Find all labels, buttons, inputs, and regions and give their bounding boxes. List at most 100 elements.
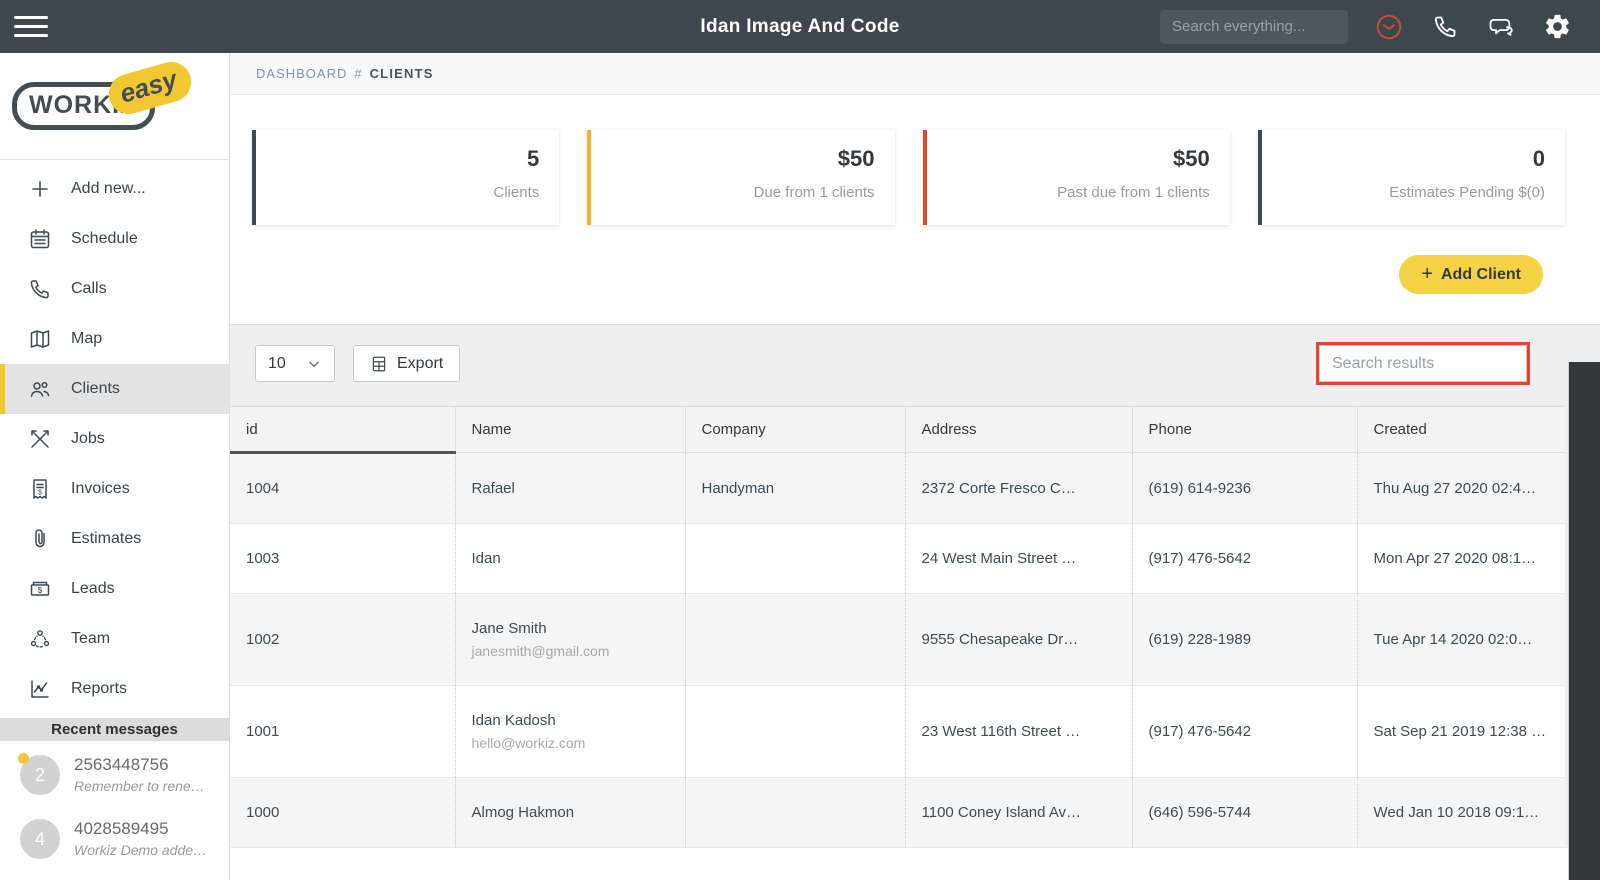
sidebar-item-calls[interactable]: Calls — [0, 264, 229, 314]
svg-text:$: $ — [38, 490, 42, 497]
stat-card-due: $50 Due from 1 clients — [587, 130, 895, 225]
breadcrumb: DASHBOARD # CLIENTS — [230, 53, 1600, 95]
cell-name: Jane Smith janesmith@gmail.com — [455, 593, 686, 686]
search-results-input[interactable] — [1319, 345, 1527, 382]
column-header-created[interactable]: Created — [1357, 406, 1565, 453]
table-section: 10 Export id Name Company Addre — [230, 324, 1600, 848]
cell-company — [685, 685, 906, 778]
message-title: 2563448756 — [74, 755, 169, 774]
message-title: 4028589495 — [74, 819, 169, 838]
workiz-logo[interactable]: WORKIZ easy — [0, 53, 229, 160]
sidebar-item-leads[interactable]: $ Leads — [0, 564, 229, 614]
sidebar-item-schedule[interactable]: Schedule — [0, 214, 229, 264]
tools-icon — [27, 427, 53, 451]
sidebar-item-label: Jobs — [71, 430, 105, 447]
cell-company — [685, 777, 906, 848]
cell-email: hello@workiz.com — [471, 735, 586, 751]
search-everything-input[interactable] — [1160, 9, 1348, 44]
cell-name: Almog Hakmon — [455, 777, 686, 848]
stat-value: $50 — [837, 146, 875, 171]
table-row[interactable]: 1001 Idan Kadosh hello@workiz.com 23 Wes… — [230, 685, 1565, 778]
main-content: DASHBOARD # CLIENTS 5 Clients $50 Due fr… — [230, 53, 1600, 880]
sidebar-item-invoices[interactable]: $ Invoices — [0, 464, 229, 514]
clients-icon — [27, 377, 53, 401]
cell-phone: (917) 476-5642 — [1132, 523, 1358, 594]
table-row[interactable]: 1002 Jane Smith janesmith@gmail.com 9555… — [230, 593, 1565, 686]
sidebar-item-jobs[interactable]: Jobs — [0, 414, 229, 464]
column-header-phone[interactable]: Phone — [1132, 406, 1358, 453]
avatar: 2 — [18, 753, 60, 795]
cell-created: Sat Sep 21 2019 12:38 … — [1373, 723, 1547, 740]
calendar-icon — [27, 227, 53, 251]
cell-id: 1000 — [230, 777, 456, 848]
stat-value: 0 — [1532, 146, 1545, 171]
clock-icon[interactable] — [1374, 12, 1404, 42]
sidebar: WORKIZ easy Add new... Schedule Calls Ma… — [0, 53, 230, 880]
cell-id: 1004 — [230, 452, 456, 524]
topbar: Idan Image And Code — [0, 0, 1600, 53]
table-row[interactable]: 1003 Idan 24 West Main Street … (917) 47… — [230, 523, 1565, 594]
cell-company — [685, 523, 906, 594]
cell-created: Mon Apr 27 2020 08:1… — [1373, 550, 1537, 567]
breadcrumb-separator: # — [354, 66, 363, 81]
table-row[interactable]: 1000 Almog Hakmon 1100 Coney Island Av… … — [230, 777, 1565, 848]
recent-messages-header: Recent messages — [0, 718, 229, 741]
export-button[interactable]: Export — [353, 345, 461, 382]
sidebar-item-estimates[interactable]: Estimates — [0, 514, 229, 564]
sidebar-item-label: Invoices — [71, 480, 130, 497]
column-header-name[interactable]: Name — [455, 406, 686, 453]
clients-table: id Name Company Address Phone Created 10… — [230, 406, 1565, 848]
hamburger-icon[interactable] — [0, 0, 60, 53]
message-preview: Workiz Demo adde… — [74, 842, 208, 858]
page-size-select[interactable]: 10 — [255, 345, 335, 382]
column-header-address[interactable]: Address — [905, 406, 1133, 453]
spreadsheet-icon — [372, 356, 386, 371]
column-header-company[interactable]: Company — [685, 406, 906, 453]
sidebar-item-label: Add new... — [71, 180, 146, 197]
table-row[interactable]: 1004 Rafael Handyman 2372 Corte Fresco C… — [230, 452, 1565, 524]
cell-email: janesmith@gmail.com — [471, 643, 610, 659]
scrollbar[interactable] — [1568, 362, 1600, 880]
cell-name: Idan Kadosh hello@workiz.com — [455, 685, 686, 778]
recent-message-item[interactable]: 4 4028589495 Workiz Demo adde… — [0, 805, 229, 869]
cell-name: Idan — [455, 523, 686, 594]
chevron-down-icon — [309, 361, 319, 367]
sidebar-item-team[interactable]: Team — [0, 614, 229, 664]
phone-icon[interactable] — [1430, 12, 1460, 42]
search-results-highlight — [1316, 342, 1530, 385]
sidebar-item-add-new[interactable]: Add new... — [0, 164, 229, 214]
cell-created: Wed Jan 10 2018 09:1… — [1373, 804, 1540, 821]
recent-message-item[interactable]: 2 2563448756 Remember to rene… — [0, 741, 229, 805]
cell-address: 9555 Chesapeake Dr… — [905, 593, 1133, 686]
sidebar-item-map[interactable]: Map — [0, 314, 229, 364]
add-client-button[interactable]: + Add Client — [1399, 255, 1543, 294]
stat-card-past-due: $50 Past due from 1 clients — [922, 130, 1230, 225]
stat-card-clients: 5 Clients — [252, 130, 560, 225]
map-icon — [27, 327, 53, 351]
cell-name: Rafael — [455, 452, 686, 524]
stat-card-estimates: 0 Estimates Pending $(0) — [1257, 130, 1565, 225]
team-icon — [27, 627, 53, 651]
breadcrumb-dashboard-link[interactable]: DASHBOARD — [256, 66, 347, 81]
sidebar-nav: Add new... Schedule Calls Map Clients Jo… — [0, 160, 229, 714]
money-icon: $ — [27, 577, 53, 601]
cell-address: 2372 Corte Fresco C… — [905, 452, 1133, 524]
svg-text:$: $ — [38, 586, 43, 595]
cell-address: 23 West 116th Street … — [905, 685, 1133, 778]
paperclip-icon — [27, 527, 53, 551]
stat-label: Clients — [493, 184, 540, 201]
phone-icon — [27, 277, 53, 301]
cell-phone: (917) 476-5642 — [1132, 685, 1358, 778]
cell-address: 24 West Main Street … — [905, 523, 1133, 594]
stat-value: 5 — [527, 146, 540, 171]
sidebar-item-reports[interactable]: Reports — [0, 664, 229, 714]
invoice-icon: $ — [27, 477, 53, 501]
avatar: 4 — [20, 819, 60, 859]
sidebar-item-clients[interactable]: Clients — [0, 364, 229, 414]
gear-icon[interactable] — [1542, 12, 1572, 42]
sidebar-item-label: Map — [71, 330, 103, 347]
sidebar-item-label: Team — [71, 630, 111, 647]
stat-label: Due from 1 clients — [753, 184, 875, 201]
chat-icon[interactable] — [1486, 12, 1516, 42]
column-header-id[interactable]: id — [230, 406, 456, 454]
